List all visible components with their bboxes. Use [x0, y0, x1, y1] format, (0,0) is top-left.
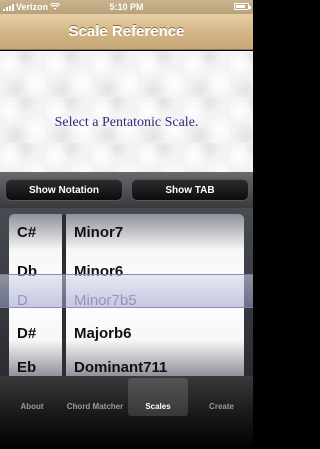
scale-row[interactable]: Minor7 — [66, 214, 244, 252]
page-title: Scale Reference — [68, 23, 185, 40]
battery-icon — [234, 3, 251, 10]
content-area: Select a Pentatonic Scale. — [0, 51, 253, 172]
tab-scales[interactable]: Scales — [128, 378, 188, 416]
scale-row[interactable]: Dominant711 — [66, 347, 244, 376]
show-notation-button[interactable]: Show Notation — [5, 179, 123, 201]
picker-selection-indicator — [0, 274, 253, 308]
button-strip: Show Notation Show TAB — [0, 172, 253, 208]
status-time: 5:10 PM — [109, 2, 144, 12]
scale-prompt: Select a Pentatonic Scale. — [54, 115, 199, 130]
tab-create[interactable]: Create — [190, 378, 253, 416]
status-bar: Verizon 5:10 PM — [0, 0, 253, 14]
key-row[interactable]: Eb — [9, 347, 62, 376]
tab-bar: About Chord Matcher Scales Create — [0, 376, 253, 449]
show-tab-button[interactable]: Show TAB — [131, 179, 249, 201]
tab-chord-matcher[interactable]: Chord Matcher — [60, 378, 130, 416]
key-row[interactable]: C# — [9, 214, 62, 252]
tab-about[interactable]: About — [0, 378, 64, 416]
nav-bar: Scale Reference — [0, 14, 253, 50]
